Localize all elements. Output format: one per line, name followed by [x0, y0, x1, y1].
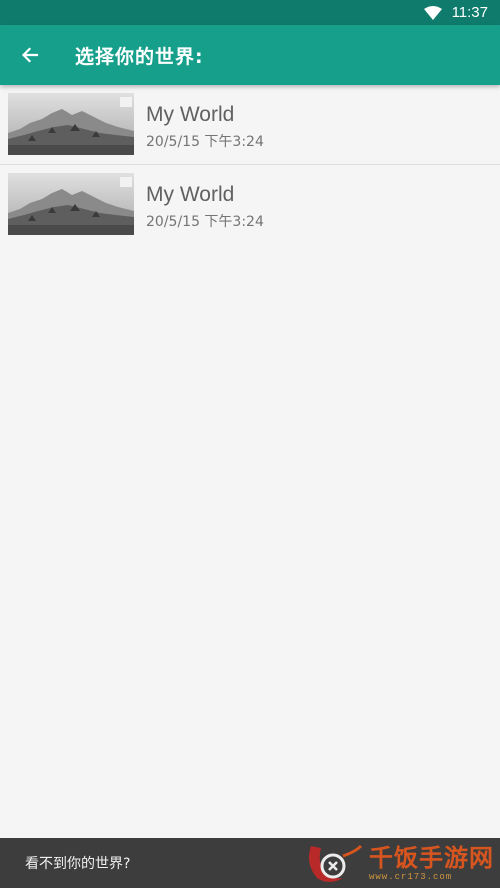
world-list: My World 20/5/15 下午3:24 My World 20/5/15… — [0, 85, 500, 245]
arrow-left-icon — [21, 47, 39, 63]
cant-find-world-bar[interactable]: 看不到你的世界? 千饭手游网 www.cr173.com — [0, 838, 500, 888]
page-title: 选择你的世界: — [75, 45, 204, 68]
watermark-title: 千饭手游网 — [369, 844, 494, 872]
watermark-logo-icon — [309, 844, 363, 882]
back-button[interactable] — [10, 35, 50, 75]
wifi-icon — [423, 5, 442, 20]
status-icons: 11:37 — [423, 0, 488, 25]
app-bar: 选择你的世界: — [0, 25, 500, 85]
status-time: 11:37 — [451, 4, 488, 21]
watermark-url: www.cr173.com — [369, 872, 453, 882]
world-list-item[interactable]: My World 20/5/15 下午3:24 — [0, 165, 500, 245]
world-thumbnail — [8, 173, 134, 235]
world-date: 20/5/15 下午3:24 — [146, 134, 264, 150]
world-name: My World — [146, 103, 235, 126]
watermark: 千饭手游网 www.cr173.com — [303, 842, 494, 886]
status-bar: 11:37 — [0, 0, 500, 25]
cant-find-world-label: 看不到你的世界? — [25, 856, 131, 872]
world-thumbnail — [8, 93, 134, 155]
world-date: 20/5/15 下午3:24 — [146, 214, 264, 230]
world-list-item[interactable]: My World 20/5/15 下午3:24 — [0, 85, 500, 165]
world-name: My World — [146, 183, 235, 206]
